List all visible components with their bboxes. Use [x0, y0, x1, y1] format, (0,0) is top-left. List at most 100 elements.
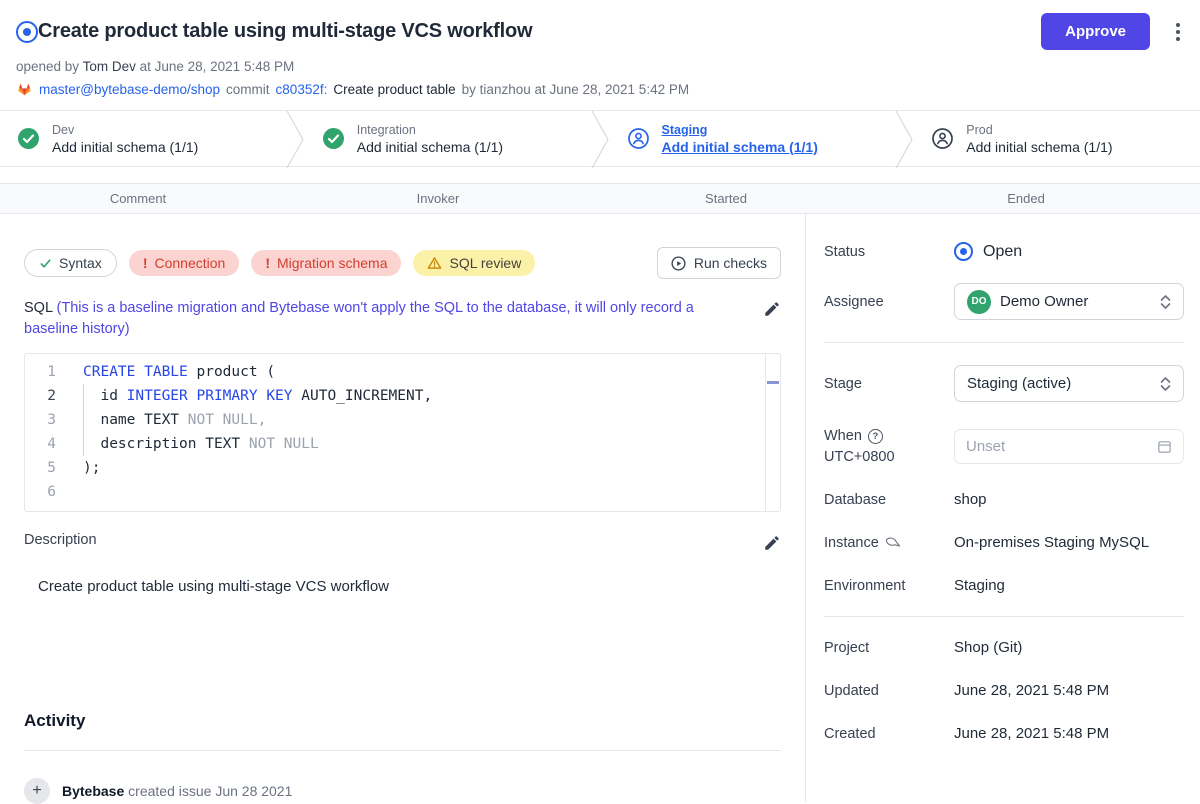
line-number: 5	[25, 456, 69, 480]
warning-triangle-icon	[427, 256, 442, 270]
updated-row: Updated June 28, 2021 5:48 PM	[824, 682, 1184, 699]
issue-sidebar: Status Open Assignee DO Demo Owner Stage…	[805, 214, 1200, 802]
kebab-menu-icon[interactable]	[1172, 19, 1184, 45]
code-line: 6	[25, 480, 765, 504]
sidebar-divider	[824, 342, 1184, 343]
description-label: Description	[24, 532, 97, 548]
stage-name: Dev	[52, 122, 198, 138]
error-exclaim-icon: !	[265, 255, 270, 271]
when-label: When	[824, 428, 862, 444]
mysql-dolphin-icon	[885, 536, 901, 549]
sql-baseline-note: (This is a baseline migration and Byteba…	[24, 300, 694, 337]
calendar-icon	[1157, 439, 1172, 454]
assignee-row: Assignee DO Demo Owner	[824, 283, 1184, 320]
run-checks-label: Run checks	[694, 255, 767, 271]
stage-prod[interactable]: Prod Add initial schema (1/1)	[914, 111, 1200, 166]
issue-open-icon	[16, 21, 38, 43]
assignee-select[interactable]: DO Demo Owner	[954, 283, 1184, 320]
stage-row: Stage Staging (active)	[824, 365, 1184, 402]
code-token: NOT NULL	[249, 436, 319, 452]
code-line: 1 CREATE TABLE product (	[25, 360, 765, 384]
code-token: product (	[188, 364, 275, 380]
code-token: NOT NULL,	[188, 412, 267, 428]
project-label: Project	[824, 640, 954, 656]
assignee-avatar: DO	[967, 290, 991, 314]
check-badge-label: Migration schema	[277, 255, 388, 271]
code-token: id	[83, 388, 127, 404]
stage-select[interactable]: Staging (active)	[954, 365, 1184, 402]
stage-pending-person-icon	[932, 128, 953, 149]
code-token: CREATE TABLE	[83, 364, 188, 380]
pencil-icon	[763, 300, 781, 318]
database-label: Database	[824, 492, 954, 508]
status-value: Open	[983, 243, 1022, 261]
stage-active-person-icon	[628, 128, 649, 149]
check-badge-connection[interactable]: ! Connection	[129, 250, 240, 276]
vcs-commit-word: commit	[226, 82, 270, 97]
opened-by-prefix: opened by	[16, 59, 79, 74]
edit-sql-button[interactable]	[763, 298, 781, 321]
activity-actor: Bytebase	[62, 783, 124, 799]
instance-label: Instance	[824, 535, 879, 551]
environment-value: Staging	[954, 577, 1184, 594]
approve-button[interactable]: Approve	[1041, 13, 1150, 50]
check-icon	[39, 257, 52, 270]
code-token: name TEXT	[83, 412, 188, 428]
status-row: Status Open	[824, 242, 1184, 261]
opened-by-suffix: at June 28, 2021 5:48 PM	[140, 59, 295, 74]
status-open-icon-dot	[960, 248, 967, 255]
vcs-commit-hash-link[interactable]: c80352f:	[276, 82, 328, 97]
error-exclaim-icon: !	[143, 255, 148, 271]
code-token: AUTO_INCREMENT,	[293, 388, 433, 404]
check-badge-sql-review[interactable]: SQL review	[413, 250, 535, 276]
activity-heading: Activity	[24, 711, 781, 731]
description-text: Create product table using multi-stage V…	[24, 578, 781, 595]
status-label: Status	[824, 244, 954, 260]
plus-circle-icon: +	[24, 778, 50, 804]
sidebar-divider	[824, 616, 1184, 617]
help-icon[interactable]: ?	[868, 429, 883, 444]
when-row: When ? UTC+0800 Unset	[824, 428, 1184, 465]
activity-action: created issue Jun 28 2021	[128, 783, 292, 799]
edit-description-button[interactable]	[763, 532, 781, 556]
description-section-header: Description	[24, 532, 781, 556]
line-number: 4	[25, 432, 69, 456]
column-header-comment: Comment	[0, 191, 276, 206]
vcs-commit-message: Create product table	[333, 82, 455, 97]
stage-separator	[286, 111, 305, 168]
stage-dev[interactable]: Dev Add initial schema (1/1)	[0, 111, 286, 166]
activity-item: + Bytebase created issue Jun 28 2021	[24, 778, 781, 804]
assignee-label: Assignee	[824, 294, 954, 310]
sql-editor[interactable]: 1 CREATE TABLE product ( 2 id INTEGER PR…	[24, 353, 781, 512]
chevron-updown-icon	[1160, 376, 1171, 392]
vcs-branch-repo-link[interactable]: master@bytebase-demo/shop	[39, 82, 220, 97]
stage-staging[interactable]: Staging Add initial schema (1/1)	[610, 111, 896, 166]
stage-task: Add initial schema (1/1)	[662, 138, 818, 156]
sql-code: 1 CREATE TABLE product ( 2 id INTEGER PR…	[25, 354, 765, 511]
run-checks-button[interactable]: Run checks	[657, 247, 781, 279]
vcs-commit-meta: by tianzhou at June 28, 2021 5:42 PM	[462, 82, 689, 97]
stage-integration[interactable]: Integration Add initial schema (1/1)	[305, 111, 591, 166]
environment-row: Environment Staging	[824, 577, 1184, 594]
line-number: 3	[25, 408, 69, 432]
task-table-header: Comment Invoker Started Ended	[0, 183, 1200, 214]
code-line: 5 );	[25, 456, 765, 480]
code-line: 3 name TEXT NOT NULL,	[25, 408, 765, 432]
code-token: INTEGER PRIMARY KEY	[127, 388, 293, 404]
when-timezone: UTC+0800	[824, 449, 954, 465]
issue-header: Create product table using multi-stage V…	[0, 0, 1200, 110]
stage-done-check-icon	[323, 128, 344, 149]
status-open-icon	[954, 242, 973, 261]
stage-task: Add initial schema (1/1)	[966, 138, 1112, 156]
editor-scrollbar[interactable]	[765, 354, 780, 511]
updated-value: June 28, 2021 5:48 PM	[954, 682, 1184, 699]
when-date-input[interactable]: Unset	[954, 429, 1184, 464]
check-badge-migration-schema[interactable]: ! Migration schema	[251, 250, 401, 276]
check-badge-syntax[interactable]: Syntax	[24, 249, 117, 277]
project-value: Shop (Git)	[954, 639, 1184, 656]
line-number: 2	[25, 384, 69, 408]
stage-name: Prod	[966, 122, 1112, 138]
instance-row: Instance On-premises Staging MySQL	[824, 534, 1184, 551]
code-token: );	[83, 460, 100, 476]
gitlab-icon	[16, 81, 33, 97]
